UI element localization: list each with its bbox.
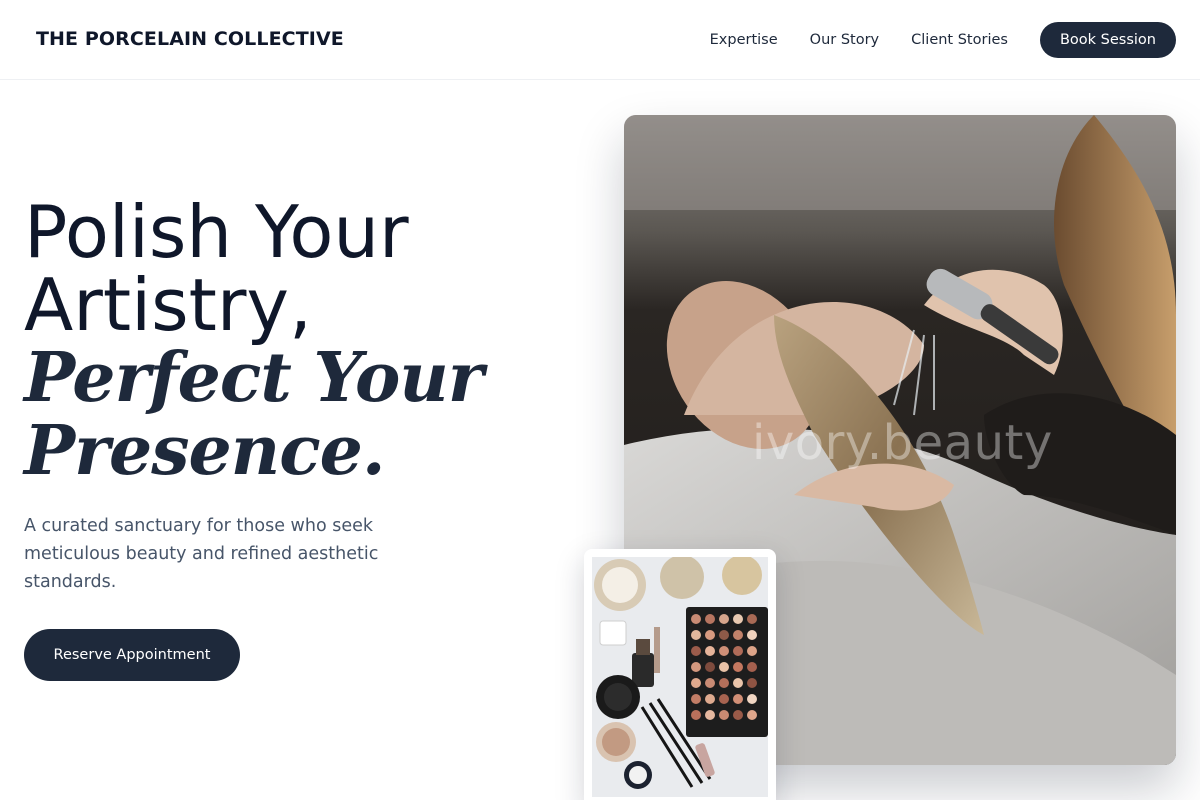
- nav-links: Expertise Our Story Client Stories Book …: [710, 22, 1176, 58]
- makeup-flatlay-photo: [592, 557, 768, 797]
- nav-link-our-story[interactable]: Our Story: [810, 22, 879, 58]
- brand-logo[interactable]: THE PORCELAIN COLLECTIVE: [36, 28, 344, 50]
- nav-link-expertise[interactable]: Expertise: [710, 22, 778, 58]
- photo-watermark: ivory.beauty: [752, 415, 1053, 471]
- book-session-button[interactable]: Book Session: [1039, 22, 1176, 58]
- makeup-inset-card: [584, 549, 776, 800]
- reserve-appointment-button[interactable]: Reserve Appointment: [24, 629, 240, 681]
- hero-headline: Polish Your Artistry, Perfect Your Prese…: [24, 196, 544, 488]
- headline-line-2: Artistry,: [24, 263, 312, 347]
- top-nav: THE PORCELAIN COLLECTIVE Expertise Our S…: [0, 0, 1200, 80]
- hero-subtitle: A curated sanctuary for those who seek m…: [24, 516, 379, 592]
- nav-link-client-stories[interactable]: Client Stories: [911, 22, 1008, 58]
- headline-italic-line-2: Presence.: [24, 411, 386, 491]
- headline-line-1: Polish Your: [24, 190, 409, 274]
- makeup-palette-image: [592, 557, 768, 797]
- headline-italic-line-1: Perfect Your: [24, 338, 484, 418]
